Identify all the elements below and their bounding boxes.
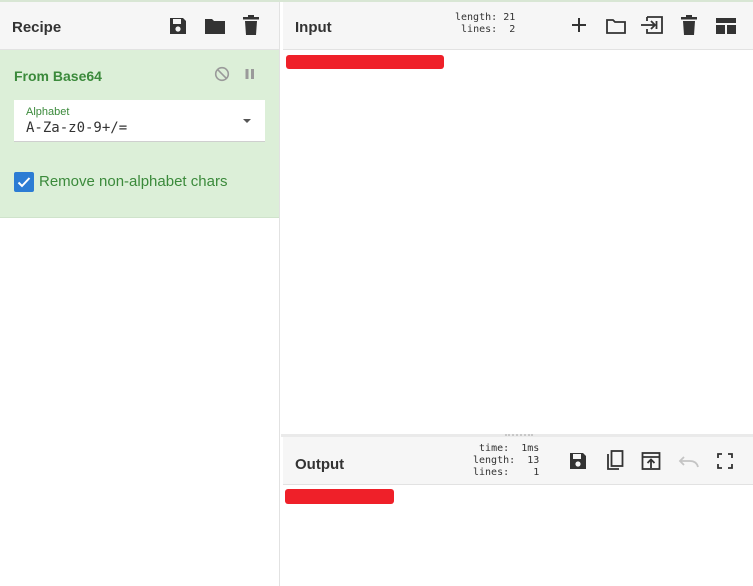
from-base64-operation: From Base64 Alphabet A-Za-z0-9+/= Remove… <box>0 50 279 218</box>
input-header: Input length: 21 lines: 2 <box>283 2 753 50</box>
recipe-panel: Recipe From Base64 Alphabet A-Za-z0-9+/=… <box>0 2 280 586</box>
output-text-redacted[interactable] <box>285 489 394 504</box>
alphabet-select[interactable]: Alphabet A-Za-z0-9+/= <box>14 100 265 142</box>
resize-grip[interactable] <box>505 434 533 436</box>
import-icon[interactable] <box>640 15 664 35</box>
output-lines-value: 1 <box>533 467 540 478</box>
output-length-value: 13 <box>527 455 540 466</box>
operation-title: From Base64 <box>14 68 102 84</box>
recipe-title: Recipe <box>12 19 62 36</box>
trash-icon[interactable] <box>242 15 260 36</box>
remove-non-alphabet-label[interactable]: Remove non-alphabet chars <box>39 173 227 190</box>
input-title: Input <box>295 19 332 36</box>
save-icon[interactable] <box>168 16 188 36</box>
remove-non-alphabet-checkbox[interactable] <box>14 172 34 192</box>
folder-icon[interactable] <box>204 16 226 36</box>
input-lines-label: lines: <box>461 24 498 35</box>
trash-icon[interactable] <box>680 15 698 36</box>
fullscreen-icon[interactable] <box>717 453 733 469</box>
recipe-header: Recipe <box>0 2 279 50</box>
output-header: Output time: 1ms length: 13 lines: 1 <box>283 437 753 485</box>
input-text-redacted[interactable] <box>286 55 444 69</box>
output-length-label: length: <box>473 455 516 466</box>
input-stats: length: 21 lines: 2 <box>455 12 515 36</box>
input-pane: Input length: 21 lines: 2 <box>283 2 753 434</box>
output-pane: Output time: 1ms length: 13 lines: 1 <box>283 437 753 586</box>
save-icon[interactable] <box>568 451 588 471</box>
output-lines-label: lines: <box>473 467 510 478</box>
pause-icon[interactable] <box>244 68 256 80</box>
output-stats: time: 1ms length: 13 lines: 1 <box>473 443 539 479</box>
folder-icon[interactable] <box>605 16 627 36</box>
output-time-label: time: <box>479 443 510 454</box>
input-length-label: length: <box>455 12 498 23</box>
alphabet-label: Alphabet <box>26 106 70 118</box>
chevron-down-icon[interactable] <box>243 119 251 123</box>
layout-icon[interactable] <box>715 17 737 35</box>
undo-icon[interactable] <box>678 453 700 469</box>
disable-icon[interactable] <box>214 66 230 82</box>
input-length-value: 21 <box>503 12 516 23</box>
plus-icon[interactable] <box>570 16 588 34</box>
alphabet-value: A-Za-z0-9+/= <box>26 120 128 136</box>
output-title: Output <box>295 456 345 473</box>
input-lines-value: 2 <box>509 24 516 35</box>
output-time-value: 1ms <box>521 443 540 454</box>
replace-input-icon[interactable] <box>641 451 661 471</box>
copy-icon[interactable] <box>605 450 625 472</box>
